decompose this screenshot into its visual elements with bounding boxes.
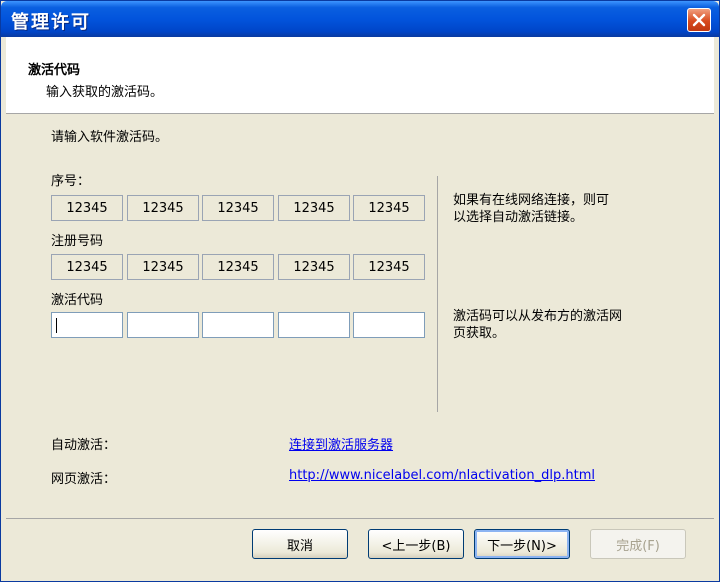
web-activation-label: 网页激活： [51, 472, 117, 487]
registration-field-1[interactable]: 12345 [51, 254, 123, 280]
finish-button: 完成(F) [590, 529, 686, 559]
close-button[interactable] [687, 8, 711, 32]
serial-field-5[interactable]: 12345 [353, 195, 425, 221]
web-note: 激活码可以从发布方的激活网 页获取。 [453, 308, 683, 342]
title-bar[interactable]: 管理许可 [1, 1, 719, 37]
web-note-line-2: 页获取。 [453, 326, 506, 341]
activation-field-1[interactable] [51, 312, 123, 338]
header-title: 激活代码 [28, 63, 81, 78]
online-note: 如果有在线网络连接，则可 以选择自动激活链接。 [453, 192, 683, 226]
serial-field-4[interactable]: 12345 [278, 195, 350, 221]
online-note-line-1: 如果有在线网络连接，则可 [453, 193, 610, 208]
auto-activation-label: 自动激活： [51, 438, 117, 453]
web-note-line-1: 激活码可以从发布方的激活网 [453, 309, 623, 324]
web-activation-link[interactable]: http://www.nicelabel.com/nlactivation_dl… [289, 468, 595, 483]
activation-label: 激活代码 [51, 293, 104, 308]
serial-field-3[interactable]: 12345 [202, 195, 274, 221]
back-button[interactable]: <上一步(B) [368, 529, 464, 559]
vertical-divider [437, 176, 438, 412]
close-icon [692, 13, 706, 27]
serial-label: 序号： [51, 174, 91, 189]
serial-field-2[interactable]: 12345 [127, 195, 199, 221]
instruction-text: 请输入软件激活码。 [51, 130, 169, 145]
dialog-header: 激活代码 输入获取的激活码。 [6, 37, 714, 114]
registration-field-4[interactable]: 12345 [278, 254, 350, 280]
activation-server-link[interactable]: 连接到激活服务器 [289, 434, 393, 453]
next-button[interactable]: 下一步(N)> [474, 529, 570, 559]
activation-field-3[interactable] [202, 312, 274, 338]
footer-divider [6, 518, 714, 519]
registration-label: 注册号码 [51, 234, 104, 249]
activation-field-5[interactable] [353, 312, 425, 338]
registration-field-3[interactable]: 12345 [202, 254, 274, 280]
cancel-button[interactable]: 取消 [252, 529, 348, 559]
header-subtitle: 输入获取的激活码。 [46, 85, 164, 100]
activation-field-2[interactable] [127, 312, 199, 338]
dialog-content: 请输入软件激活码。 序号： 12345 12345 12345 12345 12… [6, 114, 714, 519]
serial-field-1[interactable]: 12345 [51, 195, 123, 221]
text-caret [56, 318, 57, 333]
online-note-line-2: 以选择自动激活链接。 [453, 210, 584, 225]
window-title: 管理许可 [11, 12, 91, 33]
registration-field-5[interactable]: 12345 [353, 254, 425, 280]
activation-field-4[interactable] [278, 312, 350, 338]
license-dialog: 管理许可 激活代码 输入获取的激活码。 请输入软件激活码。 序号： 12345 … [0, 0, 720, 582]
registration-field-2[interactable]: 12345 [127, 254, 199, 280]
